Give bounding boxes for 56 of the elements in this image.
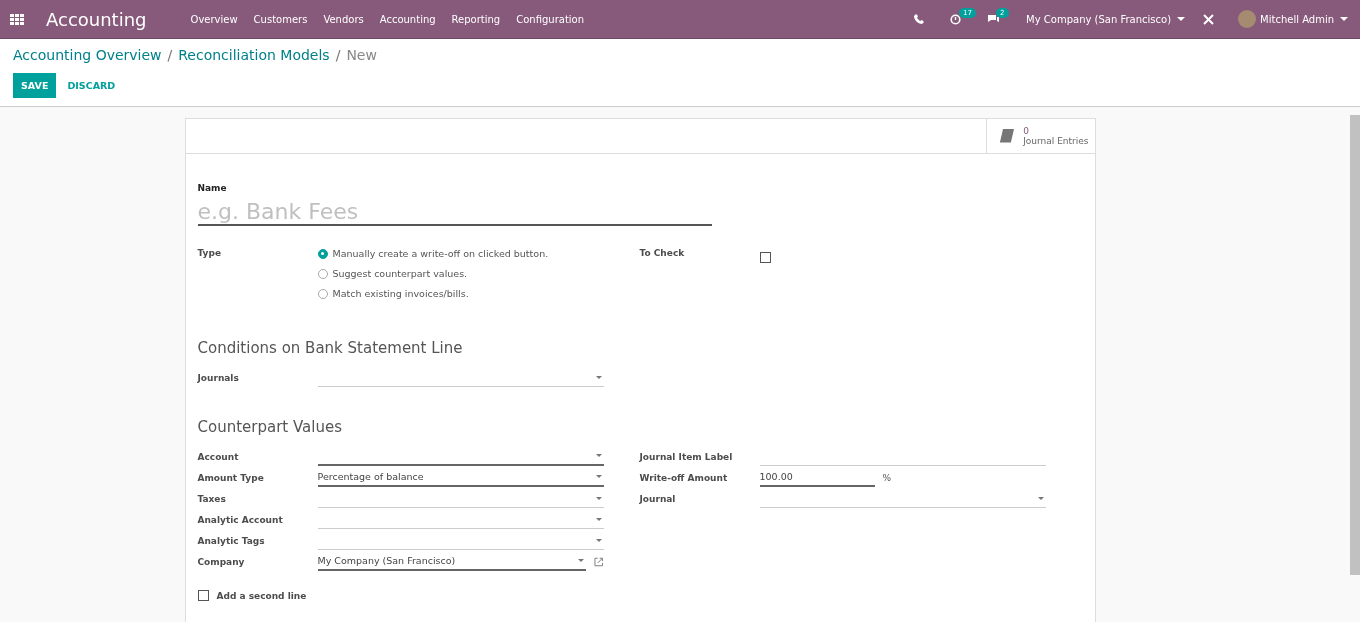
field-label: To Check	[639, 248, 686, 258]
field-label: Analytic Account	[197, 514, 284, 525]
caret-icon	[595, 517, 602, 521]
section-title: Conditions on Bank Statement Line	[197, 339, 464, 357]
caret-icon	[595, 475, 602, 478]
chat-icon[interactable]	[987, 14, 1001, 24]
breadcrumb-link[interactable]: Reconciliation Models	[178, 47, 330, 63]
caret-icon	[595, 496, 602, 500]
breadcrumb-separator: /	[167, 47, 173, 63]
user-menu[interactable]: Mitchell Admin	[1260, 13, 1350, 25]
breadcrumb-link[interactable]: Accounting Overview	[13, 47, 162, 63]
field-label: Journal Item Label	[639, 451, 734, 462]
checkbox-label: Add a second line	[216, 590, 307, 601]
to-check-checkbox[interactable]	[759, 252, 771, 263]
company-switcher[interactable]: My Company (San Francisco)	[1026, 13, 1188, 25]
save-button[interactable]: SAVE	[13, 73, 57, 98]
field-label: Account	[197, 451, 240, 462]
apps-grid-icon[interactable]	[10, 13, 24, 25]
field-label: Journal	[639, 493, 677, 504]
field-label: Write-off Amount	[639, 472, 729, 483]
menu-item[interactable]: Configuration	[516, 13, 585, 25]
select-field[interactable]: Percentage of balance	[317, 468, 604, 487]
field-label: Company	[197, 556, 246, 567]
discard-button[interactable]: DISCARD	[59, 73, 124, 98]
app-title: Accounting	[46, 8, 147, 30]
caret-icon	[595, 375, 602, 379]
select-field[interactable]: My Company (San Francisco)	[317, 552, 587, 571]
menu-item[interactable]: Accounting	[379, 13, 436, 25]
section-title: Counterpart Values	[197, 418, 343, 436]
radio-option[interactable]: Match existing invoices/bills.	[317, 288, 604, 299]
percent-sign: %	[882, 472, 892, 483]
menu-item[interactable]: Overview	[190, 13, 238, 25]
avatar[interactable]	[1238, 10, 1257, 28]
caret-icon	[595, 454, 602, 457]
caret-icon	[595, 538, 602, 542]
phone-icon[interactable]	[914, 14, 925, 24]
breadcrumb-separator: /	[335, 47, 341, 63]
menu-item[interactable]: Customers	[253, 13, 308, 25]
menu-item[interactable]: Vendors	[323, 13, 364, 25]
caret-icon	[578, 559, 585, 562]
radio-option[interactable]: Manually create a write-off on clicked button.	[317, 248, 604, 259]
radio-option[interactable]: Suggest counterpart values.	[317, 268, 604, 279]
field-label: Type	[197, 248, 222, 258]
input-field[interactable]: 100.00	[759, 468, 875, 487]
external-link-icon[interactable]	[594, 556, 604, 567]
menu-item[interactable]: Reporting	[451, 13, 501, 25]
current-page-title: New	[346, 47, 377, 63]
clock-icon[interactable]	[950, 13, 962, 25]
field-label: Journals	[197, 372, 240, 383]
field-label: Taxes	[197, 493, 227, 504]
field-label: Amount Type	[197, 472, 265, 483]
field-label: Name	[197, 183, 227, 193]
scrollbar[interactable]	[1350, 115, 1360, 575]
caret-icon	[1037, 496, 1044, 500]
second-line-checkbox[interactable]	[197, 590, 209, 601]
field-label: Analytic Tags	[197, 535, 266, 546]
